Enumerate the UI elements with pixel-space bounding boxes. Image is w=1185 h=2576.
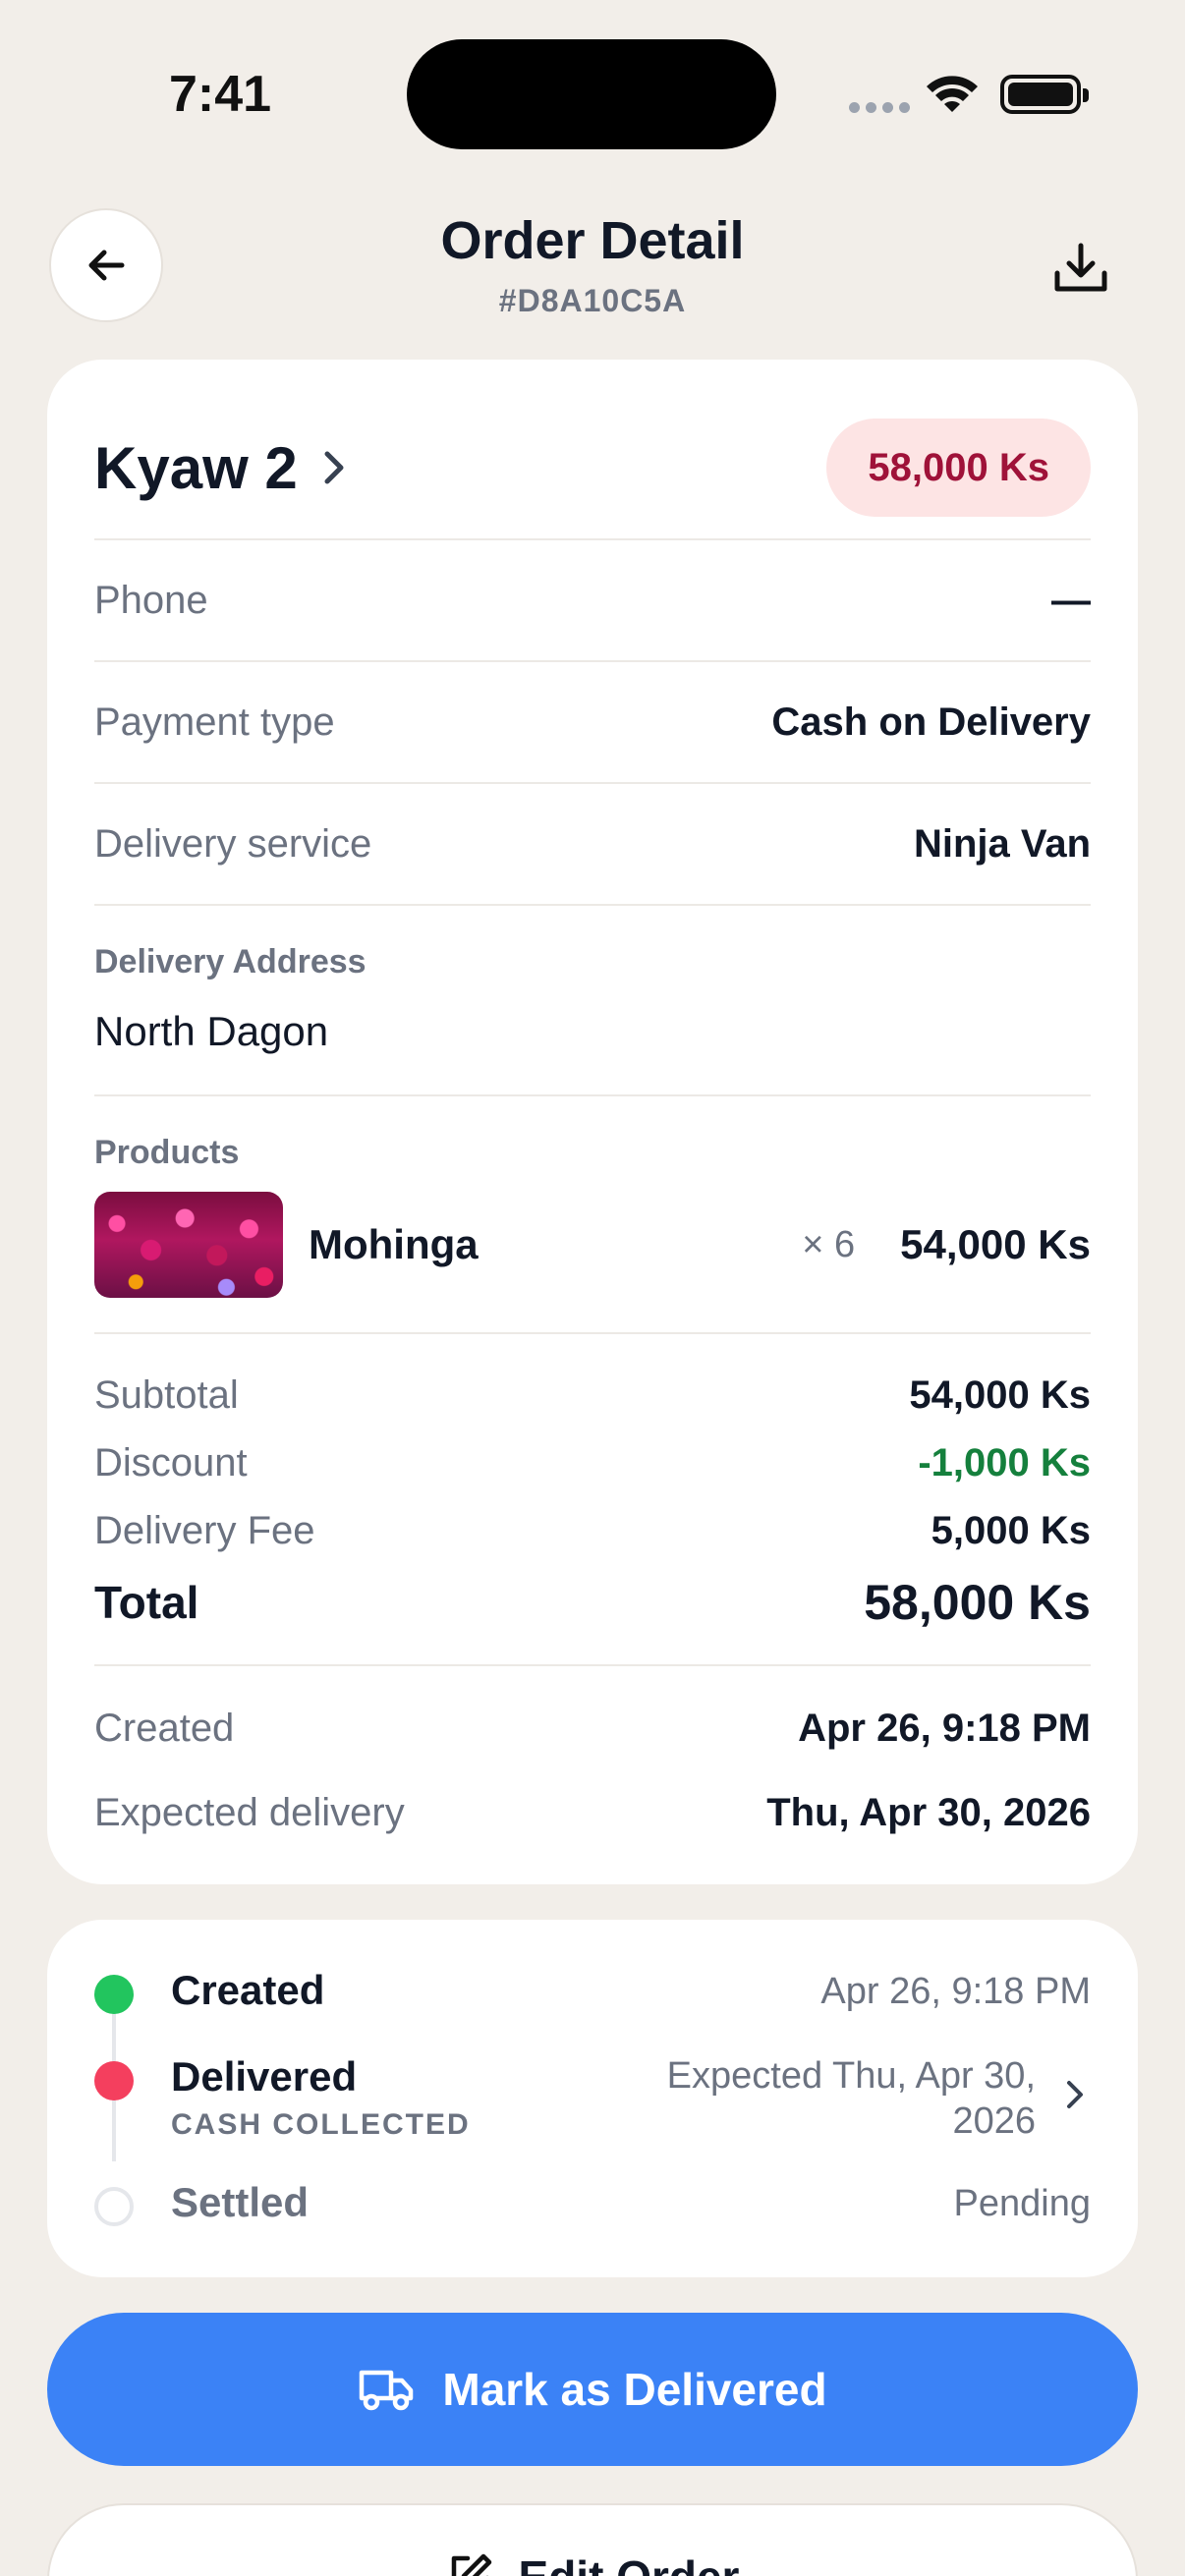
timeline-delivered-sub: CASH COLLECTED xyxy=(171,2108,471,2141)
subtotal-label: Subtotal xyxy=(94,1372,239,1417)
created-row: Created Apr 26, 9:18 PM xyxy=(94,1694,1091,1763)
divider xyxy=(94,904,1091,906)
timeline-delivered-title: Delivered xyxy=(171,2053,358,2100)
chevron-right-icon xyxy=(324,451,344,484)
dynamic-island xyxy=(407,39,776,149)
wifi-icon xyxy=(927,76,978,112)
battery-icon xyxy=(1000,75,1089,114)
phone-row: Phone — xyxy=(94,566,1091,635)
payment-type-label: Payment type xyxy=(94,700,335,744)
total-value: 58,000 Ks xyxy=(864,1575,1091,1630)
timeline-settled-status: Pending xyxy=(953,2183,1091,2224)
delivery-service-value: Ninja Van xyxy=(913,821,1091,866)
mark-as-delivered-button[interactable]: Mark as Delivered xyxy=(47,2313,1138,2466)
delivery-fee-value: 5,000 Ks xyxy=(931,1508,1091,1552)
customer-name: Kyaw 2 xyxy=(94,434,298,501)
edit-order-button[interactable]: Edit Order xyxy=(47,2503,1138,2576)
status-dot-delivered xyxy=(94,2061,134,2100)
download-button[interactable] xyxy=(1042,230,1120,308)
divider xyxy=(94,1664,1091,1666)
product-image xyxy=(94,1192,283,1298)
product-price: 54,000 Ks xyxy=(900,1221,1091,1267)
expected-delivery-value: Thu, Apr 30, 2026 xyxy=(766,1790,1091,1834)
edit-icon xyxy=(451,2553,491,2576)
delivery-service-row: Delivery service Ninja Van xyxy=(94,810,1091,878)
discount-row: Discount -1,000 Ks xyxy=(94,1435,1091,1490)
delivery-fee-label: Delivery Fee xyxy=(94,1508,315,1552)
download-icon xyxy=(1054,243,1107,292)
divider xyxy=(94,1332,1091,1334)
truck-icon xyxy=(360,2370,414,2411)
subtotal-row: Subtotal 54,000 Ks xyxy=(94,1368,1091,1423)
customer-row: Kyaw 2 58,000 Ks xyxy=(94,419,1091,517)
payment-type-value: Cash on Delivery xyxy=(771,700,1091,744)
mark-as-delivered-label: Mark as Delivered xyxy=(442,2364,827,2415)
subtotal-value: 54,000 Ks xyxy=(909,1372,1091,1417)
phone-value: — xyxy=(1051,578,1091,622)
order-detail-card: Kyaw 2 58,000 Ks Phone — Payment type Ca… xyxy=(47,360,1138,1884)
payment-type-row: Payment type Cash on Delivery xyxy=(94,688,1091,756)
page-title: Order Detail xyxy=(440,211,745,270)
discount-value: -1,000 Ks xyxy=(918,1440,1091,1484)
customer-link[interactable]: Kyaw 2 xyxy=(94,434,347,502)
status-dot-settled xyxy=(94,2187,134,2226)
product-quantity: × 6 xyxy=(802,1223,856,1265)
timeline-delivered-expected[interactable]: Expected Thu, Apr 30, 2026 xyxy=(667,2053,1036,2144)
divider xyxy=(94,1094,1091,1096)
phone-label: Phone xyxy=(94,578,208,622)
timeline-delivered-expected-line1: Expected Thu, Apr 30, xyxy=(666,2055,1036,2097)
delivery-service-label: Delivery service xyxy=(94,821,372,866)
total-amount-badge: 58,000 Ks xyxy=(826,419,1091,517)
order-id: #D8A10C5A xyxy=(498,283,687,318)
product-name: Mohinga xyxy=(309,1221,479,1267)
chevron-right-icon[interactable] xyxy=(1063,2077,1087,2112)
status-time: 7:41 xyxy=(169,66,272,123)
delivery-fee-row: Delivery Fee 5,000 Ks xyxy=(94,1503,1091,1558)
cellular-signal-icon xyxy=(849,102,910,113)
delivery-address-value: North Dagon xyxy=(94,1008,329,1054)
divider xyxy=(94,782,1091,784)
expected-delivery-row: Expected delivery Thu, Apr 30, 2026 xyxy=(94,1778,1091,1847)
expected-delivery-label: Expected delivery xyxy=(94,1790,405,1834)
discount-label: Discount xyxy=(94,1440,248,1484)
divider xyxy=(94,660,1091,662)
timeline-settled-title: Settled xyxy=(171,2179,310,2225)
status-dot-created xyxy=(94,1975,134,2014)
edit-order-label: Edit Order xyxy=(519,2550,740,2576)
divider xyxy=(94,538,1091,540)
timeline-delivered-expected-line2: 2026 xyxy=(952,2100,1036,2142)
total-row: Total 58,000 Ks xyxy=(94,1570,1091,1635)
product-item[interactable]: Mohinga × 6 54,000 Ks xyxy=(94,1191,1091,1299)
delivery-address-label: Delivery Address xyxy=(94,943,367,980)
created-label: Created xyxy=(94,1706,235,1750)
products-label: Products xyxy=(94,1134,240,1171)
created-value: Apr 26, 9:18 PM xyxy=(798,1706,1091,1750)
timeline-created-title: Created xyxy=(171,1967,325,2013)
status-timeline-card: Created Apr 26, 9:18 PM Delivered CASH C… xyxy=(47,1920,1138,2277)
total-label: Total xyxy=(94,1577,199,1628)
timeline-created-time: Apr 26, 9:18 PM xyxy=(820,1971,1091,2012)
